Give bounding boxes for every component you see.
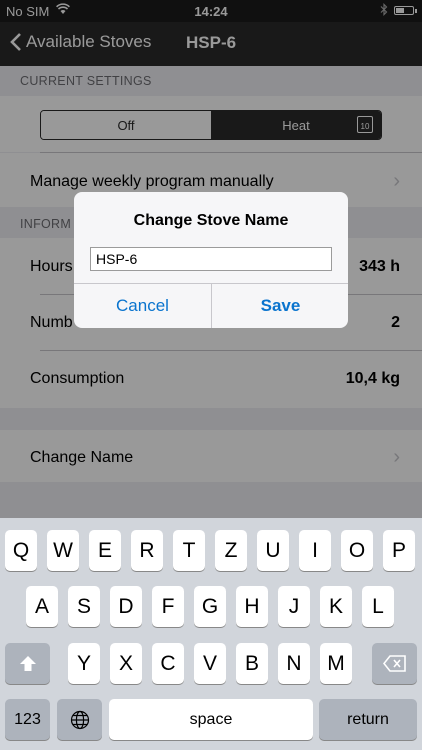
key-y[interactable]: Y — [68, 643, 100, 684]
key-f[interactable]: F — [152, 586, 184, 627]
key-r[interactable]: R — [131, 530, 163, 571]
numbers-key[interactable]: 123 — [5, 699, 50, 740]
key-n[interactable]: N — [278, 643, 310, 684]
key-d[interactable]: D — [110, 586, 142, 627]
key-j[interactable]: J — [278, 586, 310, 627]
key-o[interactable]: O — [341, 530, 373, 571]
key-b[interactable]: B — [236, 643, 268, 684]
key-x[interactable]: X — [110, 643, 142, 684]
key-g[interactable]: G — [194, 586, 226, 627]
key-m[interactable]: M — [320, 643, 352, 684]
key-v[interactable]: V — [194, 643, 226, 684]
shift-key[interactable] — [5, 643, 50, 684]
key-c[interactable]: C — [152, 643, 184, 684]
return-key[interactable]: return — [319, 699, 417, 740]
key-t[interactable]: T — [173, 530, 205, 571]
dialog-title: Change Stove Name — [133, 212, 289, 229]
globe-icon — [70, 710, 89, 729]
stove-name-input[interactable] — [90, 247, 332, 271]
key-l[interactable]: L — [362, 586, 394, 627]
key-k[interactable]: K — [320, 586, 352, 627]
globe-key[interactable] — [57, 699, 102, 740]
backspace-icon — [382, 655, 406, 672]
key-h[interactable]: H — [236, 586, 268, 627]
key-q[interactable]: Q — [5, 530, 37, 571]
delete-key[interactable] — [372, 643, 417, 684]
key-s[interactable]: S — [68, 586, 100, 627]
shift-icon — [19, 656, 36, 671]
space-key[interactable]: space — [109, 699, 313, 740]
cancel-button[interactable]: Cancel — [74, 284, 211, 328]
key-p[interactable]: P — [383, 530, 415, 571]
key-z[interactable]: Z — [215, 530, 247, 571]
key-a[interactable]: A — [26, 586, 58, 627]
keyboard: Q W E R T Z U I O P A S D F G H J K L Y … — [0, 518, 422, 750]
key-i[interactable]: I — [299, 530, 331, 571]
key-u[interactable]: U — [257, 530, 289, 571]
key-w[interactable]: W — [47, 530, 79, 571]
save-button[interactable]: Save — [212, 284, 348, 328]
change-name-dialog: Change Stove Name Cancel Save — [74, 192, 348, 328]
key-e[interactable]: E — [89, 530, 121, 571]
